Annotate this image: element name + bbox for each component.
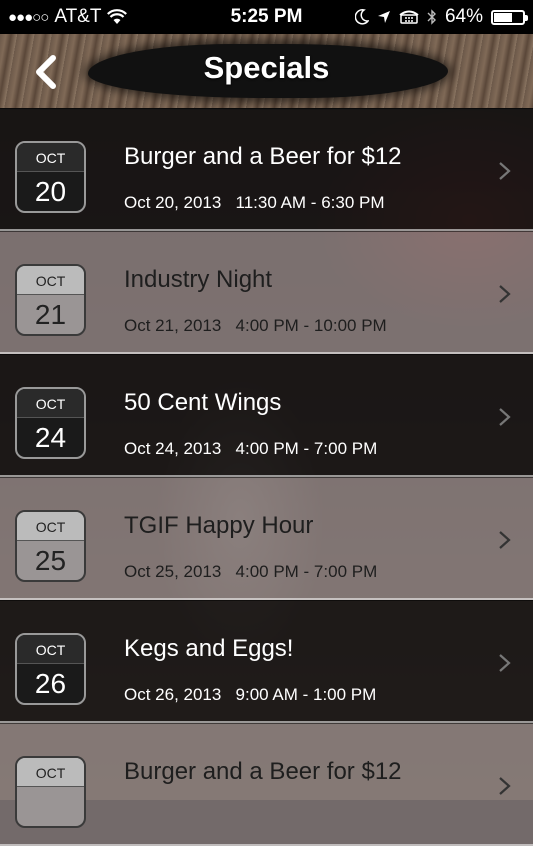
special-datetime bbox=[124, 808, 138, 828]
special-date: Oct 24, 2013 bbox=[124, 439, 222, 458]
special-time: 4:00 PM - 7:00 PM bbox=[235, 439, 378, 458]
special-datetime: Oct 20, 2013 11:30 AM - 6:30 PM bbox=[124, 193, 385, 213]
calendar-badge: OCT 20 bbox=[15, 141, 86, 213]
calendar-month: OCT bbox=[17, 512, 84, 541]
calendar-month: OCT bbox=[17, 143, 84, 172]
special-time: 11:30 AM - 6:30 PM bbox=[235, 193, 385, 212]
chevron-right-icon bbox=[499, 285, 511, 303]
calendar-month: OCT bbox=[17, 758, 84, 787]
special-datetime: Oct 24, 2013 4:00 PM - 7:00 PM bbox=[124, 439, 377, 459]
special-title: Burger and a Beer for $12 bbox=[124, 758, 402, 785]
page-title: Specials bbox=[203, 50, 330, 85]
special-time: 4:00 PM - 10:00 PM bbox=[235, 316, 387, 335]
calendar-badge: OCT 25 bbox=[15, 510, 86, 582]
calendar-badge: OCT 21 bbox=[15, 264, 86, 336]
list-item[interactable]: OCT 20 Burger and a Beer for $12 Oct 20, 20… bbox=[0, 108, 533, 231]
calendar-month: OCT bbox=[17, 635, 84, 664]
status-bar: ●●●○○ AT&T 5:25 PM 64% bbox=[0, 0, 533, 34]
calendar-month: OCT bbox=[17, 389, 84, 418]
special-datetime: Oct 21, 2013 4:00 PM - 10:00 PM bbox=[124, 316, 387, 336]
special-time: 9:00 AM - 1:00 PM bbox=[235, 685, 377, 704]
navigation-bar: Specials bbox=[0, 34, 533, 110]
list-item[interactable]: OCT 25 TGIF Happy Hour Oct 25, 2013 4:00 PM… bbox=[0, 477, 533, 600]
calendar-badge: OCT 26 bbox=[15, 633, 86, 705]
special-title: TGIF Happy Hour bbox=[124, 512, 314, 539]
list-item[interactable]: OCT 21 Industry Night Oct 21, 2013 4:00 PM … bbox=[0, 231, 533, 354]
list-item[interactable]: OCT Burger and a Beer for $12 bbox=[0, 723, 533, 846]
chevron-right-icon bbox=[499, 654, 511, 672]
battery-icon bbox=[491, 9, 528, 25]
carrier-label: AT&T bbox=[54, 6, 102, 27]
special-title: 50 Cent Wings bbox=[124, 389, 282, 416]
special-datetime: Oct 26, 2013 9:00 AM - 1:00 PM bbox=[124, 685, 376, 705]
special-title: Burger and a Beer for $12 bbox=[124, 143, 402, 170]
calendar-day: 20 bbox=[34, 176, 67, 207]
tty-icon bbox=[399, 10, 419, 24]
calendar-month: OCT bbox=[17, 266, 84, 295]
calendar-badge: OCT 24 bbox=[15, 387, 86, 459]
chevron-right-icon bbox=[499, 162, 511, 180]
list-item[interactable]: OCT 24 50 Cent Wings Oct 24, 2013 4:00 PM -… bbox=[0, 354, 533, 477]
calendar-day: 21 bbox=[34, 299, 67, 330]
special-time: 4:00 PM - 7:00 PM bbox=[235, 562, 378, 581]
chevron-right-icon bbox=[499, 408, 511, 426]
signal-dots-icon: ●●●○○ bbox=[8, 8, 49, 26]
bluetooth-icon bbox=[427, 9, 436, 25]
moon-icon bbox=[354, 9, 369, 25]
special-date: Oct 25, 2013 bbox=[124, 562, 222, 581]
calendar-day: 25 bbox=[34, 545, 67, 576]
battery-percent: 64% bbox=[444, 6, 483, 27]
specials-list: OCT 20 Burger and a Beer for $12 Oct 20, 20… bbox=[0, 108, 533, 846]
special-title: Industry Night bbox=[124, 266, 273, 293]
back-button[interactable] bbox=[26, 52, 66, 92]
chevron-right-icon bbox=[499, 777, 511, 795]
calendar-day: 24 bbox=[34, 422, 67, 453]
calendar-day: 26 bbox=[34, 668, 67, 699]
list-item[interactable]: OCT 26 Kegs and Eggs! Oct 26, 2013 9:00 AM … bbox=[0, 600, 533, 723]
special-date: Oct 21, 2013 bbox=[124, 316, 222, 335]
special-date: Oct 20, 2013 bbox=[124, 193, 222, 212]
chevron-right-icon bbox=[499, 531, 511, 549]
special-date: Oct 26, 2013 bbox=[124, 685, 222, 704]
battery-level-fill bbox=[494, 12, 512, 22]
wifi-icon bbox=[107, 9, 128, 24]
chevron-left-icon bbox=[36, 55, 56, 89]
special-title: Kegs and Eggs! bbox=[124, 635, 294, 662]
location-arrow-icon bbox=[377, 11, 390, 23]
calendar-badge: OCT bbox=[15, 756, 86, 828]
special-datetime: Oct 25, 2013 4:00 PM - 7:00 PM bbox=[124, 562, 377, 582]
